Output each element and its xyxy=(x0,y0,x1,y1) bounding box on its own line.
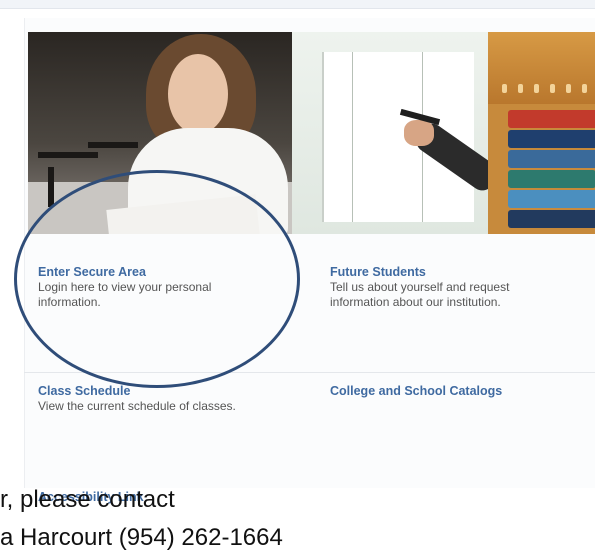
future-students-desc-1: Tell us about yourself and request xyxy=(330,280,510,294)
highlight-oval xyxy=(14,170,300,388)
future-students-desc-2: information about our institution. xyxy=(330,295,501,309)
whiteboard-photo xyxy=(292,32,488,234)
caption-line-2: a Harcourt (954) 262-1664 xyxy=(0,524,283,551)
class-schedule-link[interactable]: Class Schedule xyxy=(38,384,130,398)
books-photo xyxy=(488,32,595,234)
college-school-catalogs-link[interactable]: College and School Catalogs xyxy=(330,384,502,398)
class-schedule-desc: View the current schedule of classes. xyxy=(38,399,236,413)
caption-line-1: r, please contact xyxy=(0,486,175,513)
future-students-link[interactable]: Future Students xyxy=(330,265,426,279)
top-bar xyxy=(0,0,595,9)
